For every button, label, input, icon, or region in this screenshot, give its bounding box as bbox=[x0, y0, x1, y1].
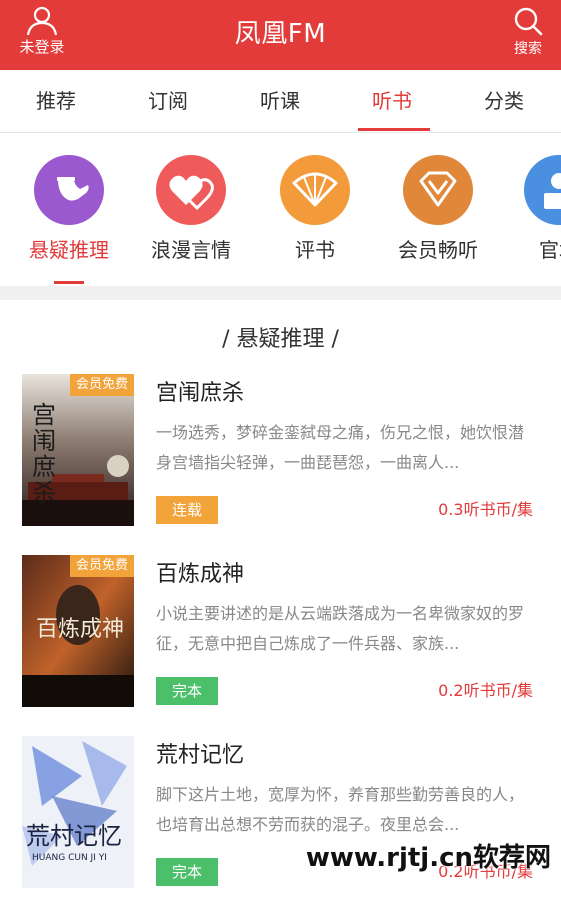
section-title: / 悬疑推理 / bbox=[222, 327, 339, 352]
active-tab-indicator bbox=[358, 128, 430, 131]
search-icon bbox=[514, 7, 543, 36]
search-button[interactable]: 搜索 bbox=[509, 6, 547, 64]
category-label: 会员畅听 bbox=[398, 238, 478, 262]
book-title: 荒村记忆 bbox=[156, 743, 245, 768]
category-row[interactable]: 悬疑推理 浪漫言情 评书 会员畅听 官 bbox=[0, 133, 561, 285]
book-description: 小说主要讲述的是从云端跌落成为一名卑微家奴的罗征，无意中把自己炼成了一件兵器、家… bbox=[156, 604, 525, 653]
book-price: 0.2听书币/集 bbox=[438, 681, 533, 700]
vip-diamond-icon bbox=[403, 155, 473, 225]
tab-audiobooks[interactable]: 听书 bbox=[336, 70, 448, 132]
fan-icon bbox=[280, 155, 350, 225]
cover-title-text: 百炼成神 bbox=[36, 617, 125, 642]
status-badge: 完本 bbox=[156, 677, 218, 705]
tab-courses[interactable]: 听课 bbox=[224, 70, 336, 132]
book-title: 宫闱庶杀 bbox=[156, 381, 245, 406]
book-cover[interactable]: 会员免费 宫闱庶杀 bbox=[22, 374, 134, 526]
book-item[interactable]: 会员免费 百炼成神 百炼成神 小说主要讲述的是从云端跌落成为一名卑微家奴的罗征，… bbox=[0, 555, 561, 715]
cover-title-text: 荒村记忆 bbox=[26, 822, 122, 850]
category-officialdom[interactable]: 官场 bbox=[504, 155, 561, 263]
top-bar: 未登录 凤凰FM 搜索 bbox=[0, 0, 561, 70]
book-cover[interactable]: 会员免费 百炼成神 bbox=[22, 555, 134, 707]
main-tabs: 推荐 订阅 听课 听书 分类 bbox=[0, 70, 561, 133]
category-label: 浪漫言情 bbox=[151, 238, 231, 262]
status-badge: 连载 bbox=[156, 496, 218, 524]
category-vip[interactable]: 会员畅听 bbox=[383, 155, 493, 263]
member-free-badge: 会员免费 bbox=[70, 555, 134, 577]
book-cover[interactable]: 荒村记忆 HUANG CUN JI YI bbox=[22, 736, 134, 888]
active-category-indicator bbox=[54, 281, 84, 284]
book-item[interactable]: 会员免费 宫闱庶杀 宫闱庶杀 一场选秀，梦碎金銮弑母之痛，伤兄之恨，她饮恨潜身宫… bbox=[0, 374, 561, 534]
book-price: 0.3听书币/集 bbox=[438, 500, 533, 519]
category-label: 官场 bbox=[539, 238, 561, 262]
category-storytelling[interactable]: 评书 bbox=[260, 155, 370, 263]
tab-categories[interactable]: 分类 bbox=[448, 70, 560, 132]
search-label: 搜索 bbox=[514, 41, 542, 57]
category-romance[interactable]: 浪漫言情 bbox=[136, 155, 246, 263]
building-icon bbox=[524, 155, 561, 225]
status-badge: 完本 bbox=[156, 858, 218, 886]
tab-subscribe[interactable]: 订阅 bbox=[112, 70, 224, 132]
category-mystery[interactable]: 悬疑推理 bbox=[14, 155, 124, 263]
site-watermark: www.rjtj.cn软荐网 bbox=[305, 843, 551, 873]
member-free-badge: 会员免费 bbox=[70, 374, 134, 396]
cover-title-text: 宫闱庶杀 bbox=[32, 401, 56, 507]
tab-recommend[interactable]: 推荐 bbox=[0, 70, 112, 132]
book-description: 一场选秀，梦碎金銮弑母之痛，伤兄之恨，她饮恨潜身宫墙指尖轻弹，一曲琵琶怨，一曲离… bbox=[156, 423, 525, 472]
book-description: 脚下这片土地，宽厚为怀，养育那些勤劳善良的人，也培育出总想不劳而获的混子。夜里总… bbox=[156, 785, 525, 834]
book-title: 百炼成神 bbox=[156, 562, 245, 587]
app-title: 凤凰FM bbox=[234, 19, 327, 49]
pipe-icon bbox=[34, 155, 104, 225]
cover-subtitle-text: HUANG CUN JI YI bbox=[32, 853, 107, 863]
hearts-icon bbox=[156, 155, 226, 225]
category-label: 悬疑推理 bbox=[29, 238, 109, 262]
section-divider bbox=[0, 286, 561, 300]
category-label: 评书 bbox=[295, 238, 335, 262]
